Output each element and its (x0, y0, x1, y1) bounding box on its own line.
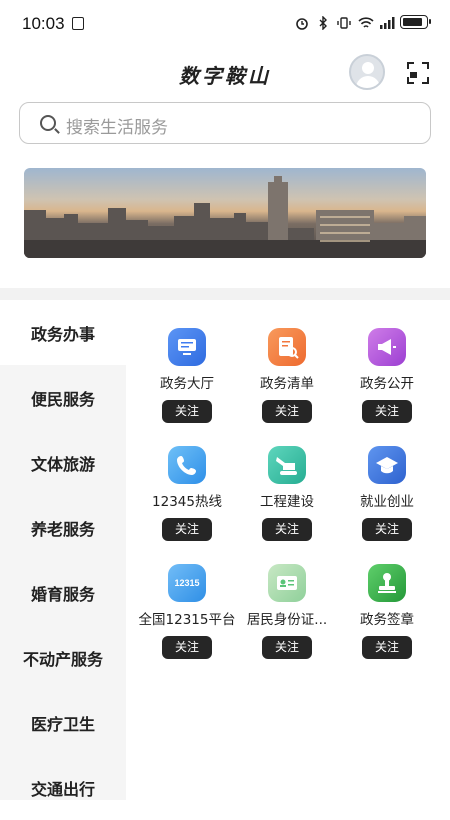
follow-button[interactable]: 关注 (362, 636, 412, 659)
search-placeholder: 搜索生活服务 (66, 118, 168, 138)
sidebar-item-convenience[interactable]: 便民服务 (0, 365, 126, 430)
status-bar: 10:03 (0, 0, 450, 52)
megaphone-icon (368, 328, 406, 366)
battery-icon (400, 15, 431, 29)
service-label: 政务签章 (360, 612, 414, 628)
service-item[interactable]: 政务大厅 关注 (137, 300, 237, 423)
sidebar-item-medical[interactable]: 医疗卫生 (0, 690, 126, 755)
search-input[interactable]: 搜索生活服务 (19, 102, 431, 144)
service-item[interactable]: 政务公开 关注 (337, 300, 437, 423)
signal-icon (379, 15, 395, 29)
follow-button[interactable]: 关注 (262, 636, 312, 659)
service-item[interactable]: 政务清单 关注 (237, 300, 337, 423)
sidebar-item-elderly-care[interactable]: 养老服务 (0, 495, 126, 560)
city-skyline-image (24, 176, 426, 258)
alarm-icon (295, 15, 309, 30)
follow-button[interactable]: 关注 (162, 636, 212, 659)
badge-12315-text: 12315 (174, 578, 200, 588)
status-icons (295, 15, 431, 31)
service-item[interactable]: 就业创业 关注 (337, 418, 437, 541)
phone-icon (168, 446, 206, 484)
document-search-icon (268, 328, 306, 366)
app-header: 数字鞍山 (0, 52, 450, 96)
section-divider (0, 288, 450, 300)
nfc-icon (72, 17, 84, 30)
city-banner[interactable] (24, 168, 426, 258)
sidebar-item-marriage-childbirth[interactable]: 婚育服务 (0, 560, 126, 625)
sidebar-item-culture-tourism[interactable]: 文体旅游 (0, 430, 126, 495)
sidebar-item-gov-affairs[interactable]: 政务办事 (0, 300, 126, 365)
bluetooth-icon (316, 15, 330, 31)
sidebar-item-real-estate[interactable]: 不动产服务 (0, 625, 126, 690)
badge-12315-icon: 12315 (168, 564, 206, 602)
graduation-cap-icon (368, 446, 406, 484)
stamp-icon (368, 564, 406, 602)
category-sidebar: 政务办事 便民服务 文体旅游 养老服务 婚育服务 不动产服务 医疗卫生 交通出行 (0, 300, 126, 800)
service-item[interactable]: 12315 全国12315平台 关注 (137, 536, 237, 659)
service-label: 政务公开 (360, 376, 414, 392)
avatar[interactable] (349, 54, 385, 90)
monitor-icon (168, 328, 206, 366)
service-item[interactable]: 政务签章 关注 (337, 536, 437, 659)
scan-icon[interactable] (407, 62, 429, 84)
search-icon (40, 115, 56, 131)
excavator-icon (268, 446, 306, 484)
service-item[interactable]: 工程建设 关注 (237, 418, 337, 541)
service-grid: 政务大厅 关注 政务清单 关注 政务公开 关注 12345热线 关注 工程建设 … (126, 300, 450, 800)
status-time: 10:03 (22, 14, 65, 33)
id-card-icon (268, 564, 306, 602)
vibrate-icon (337, 15, 351, 29)
wifi-icon (358, 15, 374, 29)
service-item[interactable]: 12345热线 关注 (137, 418, 237, 541)
service-item[interactable]: 居民身份证... 关注 (237, 536, 337, 659)
sidebar-item-transport[interactable]: 交通出行 (0, 755, 126, 820)
service-label: 就业创业 (360, 494, 414, 510)
